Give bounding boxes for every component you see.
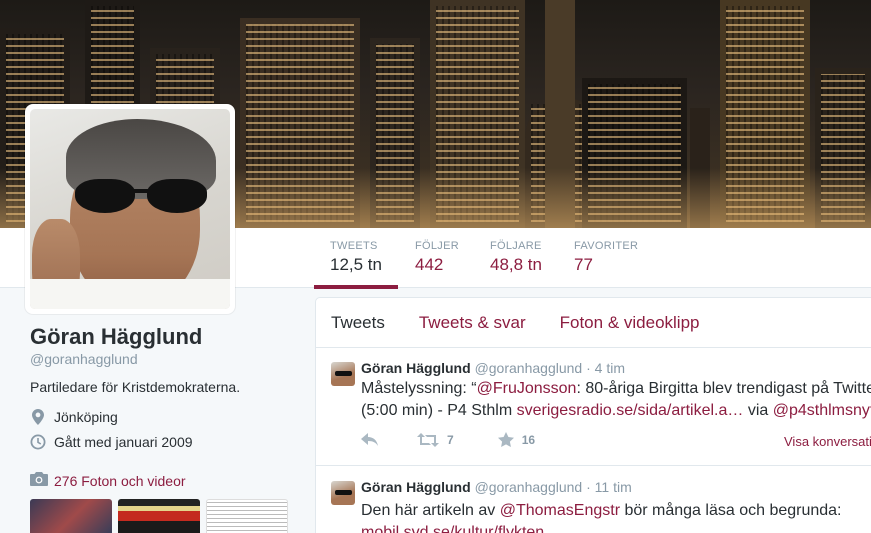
- stat-label: TWEETS: [330, 240, 378, 252]
- tweet-avatar[interactable]: [331, 481, 355, 505]
- tweet-author-handle[interactable]: @goranhagglund: [475, 479, 583, 495]
- tweet-text: Måstelyssning: “: [361, 380, 477, 397]
- stat-value: 48,8 tn: [490, 255, 542, 274]
- stat-label: FÖLJER: [415, 240, 459, 252]
- retweet-count: 7: [447, 432, 454, 447]
- stat-value: 442: [415, 255, 444, 274]
- photo-thumbnail[interactable]: [118, 499, 200, 533]
- reply-button[interactable]: [361, 432, 379, 447]
- mention-link[interactable]: @ThomasEngstr: [500, 502, 620, 519]
- tweet-text: : 80-åriga Birgitta blev trendigast på T…: [576, 380, 871, 397]
- tweet-dot: ·: [586, 479, 591, 495]
- view-conversation-link[interactable]: Visa konversation: [784, 434, 871, 449]
- stat-following[interactable]: FÖLJER 442: [415, 240, 459, 275]
- tweet-text: Den här artikeln av: [361, 502, 500, 519]
- camera-icon: [30, 472, 48, 489]
- stat-followers[interactable]: FÖLJARE 48,8 tn: [490, 240, 542, 275]
- tweet-timestamp[interactable]: 11 tim: [595, 479, 632, 495]
- tweet-author-name[interactable]: Göran Hägglund: [361, 479, 471, 495]
- retweet-icon: [417, 432, 439, 447]
- photo-thumbnails: [30, 499, 288, 533]
- timeline: Tweets Tweets & svar Foton & videoklipp …: [315, 297, 871, 533]
- profile-avatar[interactable]: [25, 104, 235, 314]
- tweet-author-name[interactable]: Göran Hägglund: [361, 360, 471, 376]
- profile-bio: Partiledare för Kristdemokraterna.: [30, 379, 241, 395]
- tweet-author-handle[interactable]: @goranhagglund: [475, 360, 583, 376]
- stat-tweets[interactable]: TWEETS 12,5 tn: [314, 240, 398, 289]
- photos-videos-label: 276 Foton och videor: [54, 472, 186, 489]
- retweet-button[interactable]: 7: [417, 432, 454, 447]
- profile-location: Jönköping: [30, 409, 290, 425]
- avatar-photo: [30, 109, 230, 309]
- url-link[interactable]: mobil.svd.se/kultur/flykten…: [361, 524, 560, 533]
- tweet-text: (5:00 min) - P4 Sthlm: [361, 402, 517, 419]
- tab-tweets-and-replies[interactable]: Tweets & svar: [419, 313, 526, 333]
- joined-text: Gått med januari 2009: [54, 434, 193, 450]
- favorite-count: 16: [521, 432, 536, 447]
- tweet-avatar[interactable]: [331, 362, 355, 386]
- tweet-text-line: Den här artikeln av @ThomasEngstr bör må…: [361, 500, 842, 522]
- profile-handle[interactable]: @goranhagglund: [30, 351, 290, 367]
- tab-photos-videos[interactable]: Foton & videoklipp: [560, 313, 700, 333]
- mention-link[interactable]: @FruJonsson: [477, 380, 577, 397]
- stat-value: 12,5 tn: [330, 255, 382, 274]
- tweet-actions: 7 16: [361, 432, 535, 447]
- tweet-text: bör många läsa och begrunda:: [620, 502, 842, 519]
- location-pin-icon: [30, 409, 46, 425]
- tweet-header: Göran Hägglund @goranhagglund · 11 tim: [361, 479, 632, 495]
- photo-thumbnail[interactable]: [30, 499, 112, 533]
- profile-joined: Gått med januari 2009: [30, 434, 290, 450]
- favorite-button[interactable]: 16: [497, 432, 536, 447]
- stat-label: FAVORITER: [574, 240, 639, 252]
- stat-label: FÖLJARE: [490, 240, 542, 252]
- tweet-text-line: mobil.svd.se/kultur/flykten…: [361, 522, 560, 533]
- star-icon: [497, 432, 514, 447]
- tweet-dot: ·: [586, 360, 591, 376]
- mention-link[interactable]: @p4sthlmsnytt: [773, 402, 871, 419]
- tab-tweets[interactable]: Tweets: [331, 313, 385, 333]
- tweet-timestamp[interactable]: 4 tim: [595, 360, 625, 376]
- tweet-text: via: [743, 402, 773, 419]
- timeline-tabs: Tweets Tweets & svar Foton & videoklipp: [316, 298, 871, 348]
- tweet-text-line: (5:00 min) - P4 Sthlm sverigesradio.se/s…: [361, 400, 871, 422]
- profile-name[interactable]: Göran Hägglund: [30, 324, 290, 350]
- tweet-header: Göran Hägglund @goranhagglund · 4 tim: [361, 360, 625, 376]
- reply-icon: [361, 432, 378, 446]
- stat-favorites[interactable]: FAVORITER 77: [574, 240, 638, 275]
- tweet[interactable]: Göran Hägglund @goranhagglund · 11 tim D…: [316, 467, 871, 533]
- calendar-clock-icon: [30, 434, 46, 450]
- location-text: Jönköping: [54, 409, 118, 425]
- stat-value: 77: [574, 255, 593, 274]
- photo-thumbnail[interactable]: [206, 499, 288, 533]
- photos-videos-link[interactable]: 276 Foton och videor: [30, 472, 186, 489]
- tweet[interactable]: Göran Hägglund @goranhagglund · 4 tim Må…: [316, 348, 871, 466]
- url-link[interactable]: sverigesradio.se/sida/artikel.a…: [517, 402, 744, 419]
- tweet-text-line: Måstelyssning: “@FruJonsson: 80-åriga Bi…: [361, 378, 871, 400]
- profile-sidebar: Göran Hägglund @goranhagglund Partiledar…: [30, 324, 290, 450]
